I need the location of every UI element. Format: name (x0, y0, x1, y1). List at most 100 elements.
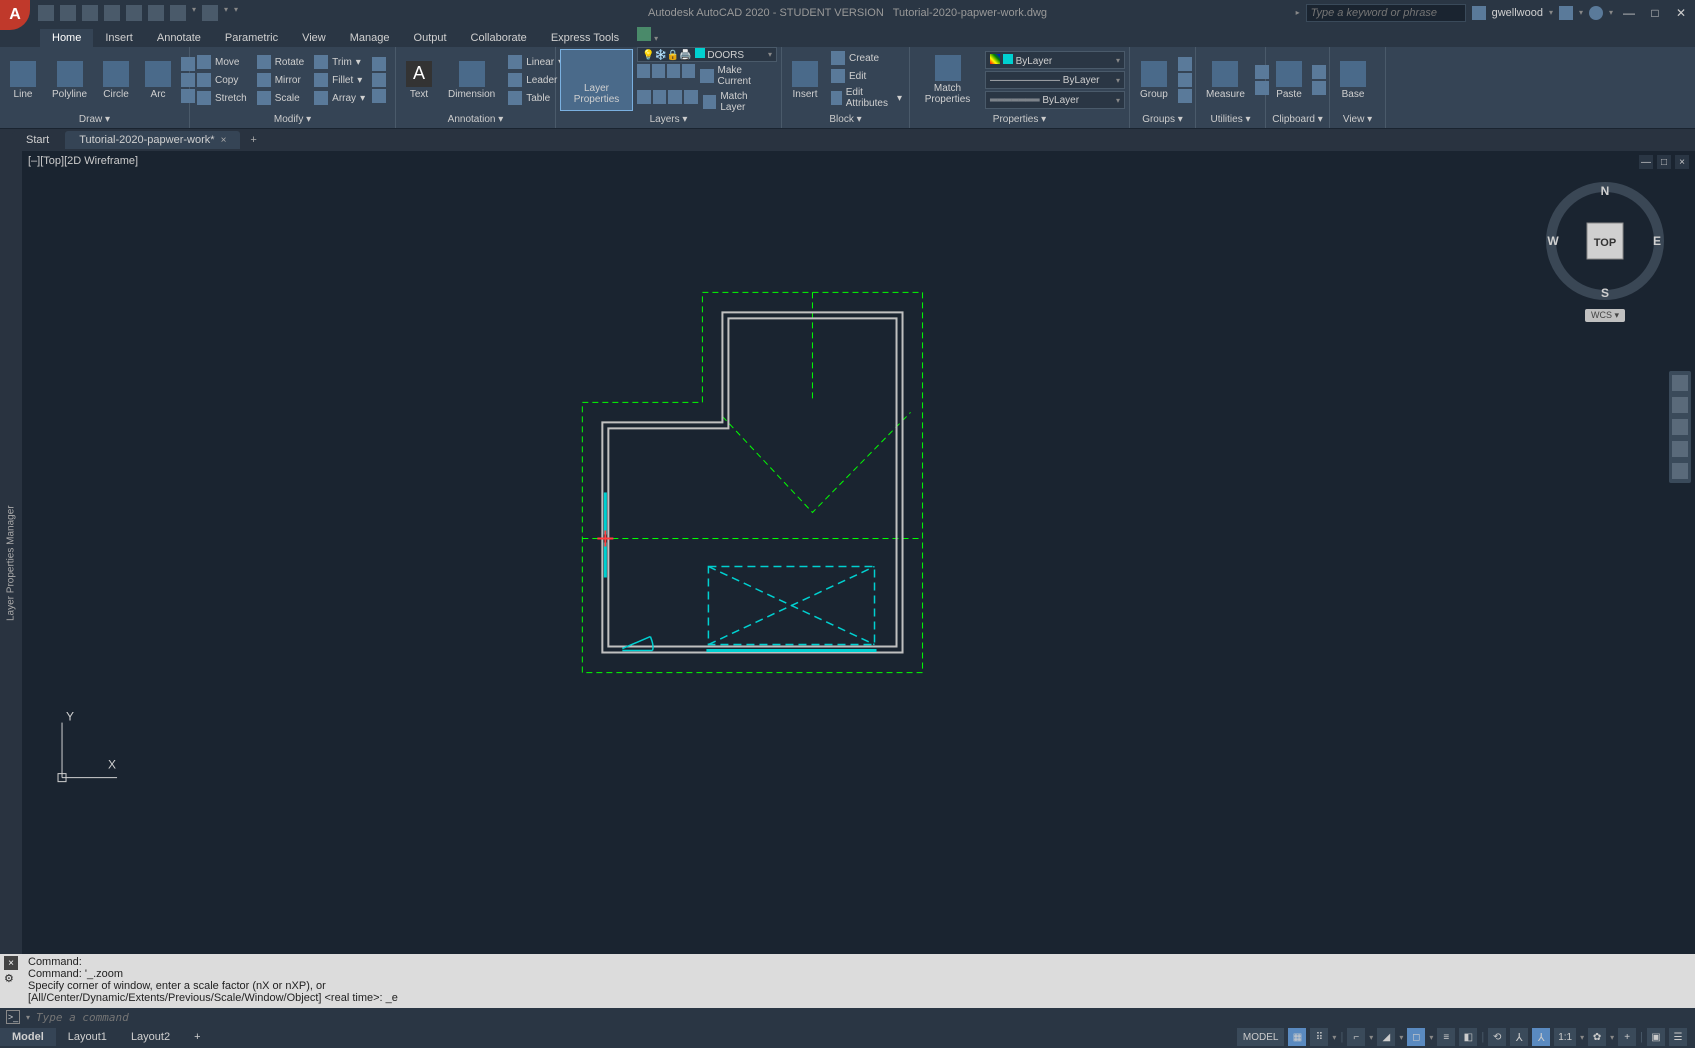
help-icon[interactable] (1589, 6, 1603, 20)
viewcube[interactable]: TOP N S E W WCS ▾ (1545, 181, 1665, 301)
tab-annotate[interactable]: Annotate (145, 29, 213, 47)
maximize-button[interactable]: □ (1645, 5, 1665, 21)
isodraft-icon[interactable]: ◢ (1377, 1028, 1395, 1046)
panel-modify-title[interactable]: Modify ▾ (194, 113, 391, 126)
measure-button[interactable]: Measure (1200, 49, 1251, 111)
tab-parametric[interactable]: Parametric (213, 29, 290, 47)
edit-block-button[interactable]: Edit (828, 68, 905, 84)
qat-plot-icon[interactable] (148, 5, 164, 21)
explode-icon[interactable] (372, 73, 386, 87)
create-block-button[interactable]: Create (828, 50, 905, 66)
nav-showmotion-icon[interactable] (1672, 463, 1688, 479)
cmd-prompt-icon[interactable]: >_ (6, 1010, 20, 1024)
transparency-icon[interactable]: ◧ (1459, 1028, 1477, 1046)
lineweight-icon[interactable]: ≡ (1437, 1028, 1455, 1046)
layer-properties-button[interactable]: Layer Properties (560, 49, 633, 111)
gear-icon[interactable]: ✿ (1588, 1028, 1606, 1046)
cmd-recent-icon[interactable]: ▾ (26, 1013, 30, 1022)
scale-button[interactable]: Scale (254, 90, 307, 106)
ortho-icon[interactable]: ⌐ (1347, 1028, 1365, 1046)
array-button[interactable]: Array ▾ (311, 90, 368, 106)
panel-layers-title[interactable]: Layers ▾ (560, 113, 777, 126)
model-space-button[interactable]: MODEL (1237, 1028, 1285, 1046)
close-button[interactable]: ✕ (1671, 5, 1691, 21)
command-history[interactable]: × ⚙ Command: Command: '_.zoom Specify co… (0, 954, 1695, 1008)
tab-output[interactable]: Output (402, 29, 459, 47)
offset-icon[interactable] (372, 89, 386, 103)
help-dropdown-icon[interactable]: ▾ (1609, 8, 1613, 17)
layer-off-icon[interactable] (637, 64, 650, 78)
color-dropdown[interactable]: ByLayer▾ (985, 51, 1125, 69)
edit-attributes-button[interactable]: Edit Attributes ▾ (828, 86, 905, 110)
panel-annotation-title[interactable]: Annotation ▾ (400, 113, 551, 126)
tab-view[interactable]: View (290, 29, 338, 47)
tab-featured-apps[interactable]: ▾ (631, 24, 664, 47)
qat-saveas-icon[interactable] (104, 5, 120, 21)
monitor-icon[interactable]: + (1618, 1028, 1636, 1046)
paste-button[interactable]: Paste (1270, 49, 1308, 111)
qat-open-icon[interactable] (60, 5, 76, 21)
undo-dropdown-icon[interactable]: ▾ (192, 5, 196, 21)
new-tab-button[interactable]: + (242, 132, 264, 148)
cleanscreen-icon[interactable]: ▣ (1647, 1028, 1665, 1046)
cycling-icon[interactable]: ⟲ (1488, 1028, 1506, 1046)
start-tab[interactable]: Start (12, 131, 63, 149)
tab-expresstools[interactable]: Express Tools (539, 29, 631, 47)
annovisible-icon[interactable]: ⅄ (1532, 1028, 1550, 1046)
qat-webplot-icon[interactable] (126, 5, 142, 21)
lineweight-dropdown[interactable]: ——————— ByLayer▾ (985, 71, 1125, 89)
nav-zoom-icon[interactable] (1672, 419, 1688, 435)
layout-add[interactable]: + (182, 1028, 212, 1046)
osnap-icon[interactable]: ◻ (1407, 1028, 1425, 1046)
make-current-button[interactable]: Make Current (697, 64, 777, 88)
help-search-input[interactable] (1306, 4, 1466, 22)
signin-icon[interactable] (1472, 6, 1486, 20)
username-label[interactable]: gwellwood (1492, 7, 1543, 19)
command-input[interactable] (36, 1011, 1689, 1024)
group-sel-icon[interactable] (1178, 89, 1192, 103)
move-button[interactable]: Move (194, 54, 250, 70)
nav-wheel-icon[interactable] (1672, 375, 1688, 391)
fillet-button[interactable]: Fillet ▾ (311, 72, 368, 88)
qat-customize-icon[interactable]: ▾ (234, 5, 238, 21)
layer-unlock-icon[interactable] (682, 64, 695, 78)
mirror-button[interactable]: Mirror (254, 72, 307, 88)
user-dropdown-icon[interactable]: ▾ (1549, 8, 1553, 17)
panel-properties-title[interactable]: Properties ▾ (914, 113, 1125, 126)
layout-1[interactable]: Layout1 (56, 1028, 119, 1046)
drawing-canvas[interactable]: [–][Top][2D Wireframe] — □ × (22, 151, 1695, 976)
group-button[interactable]: Group (1134, 49, 1174, 111)
erase-icon[interactable] (372, 57, 386, 71)
match-properties-button[interactable]: Match Properties (914, 49, 981, 111)
trim-button[interactable]: Trim ▾ (311, 54, 368, 70)
layer-uniso-icon[interactable] (653, 90, 667, 104)
qat-undo-icon[interactable] (170, 5, 186, 21)
layer-thaw-icon[interactable] (668, 90, 682, 104)
tab-insert[interactable]: Insert (93, 29, 145, 47)
snap-icon[interactable]: ⠿ (1310, 1028, 1328, 1046)
close-tab-icon[interactable]: × (221, 135, 227, 146)
layer-iso-icon[interactable] (637, 90, 651, 104)
polar-dd-icon[interactable]: ▾ (1369, 1033, 1373, 1042)
circle-button[interactable]: Circle (97, 49, 135, 111)
layer-freeze-icon[interactable] (652, 64, 665, 78)
text-button[interactable]: AText (400, 49, 438, 111)
qat-new-icon[interactable] (38, 5, 54, 21)
match-layer-button[interactable]: Match Layer (700, 90, 777, 114)
cmd-close-icon[interactable]: × (4, 956, 18, 970)
ws-dd-icon[interactable]: ▾ (1610, 1033, 1614, 1042)
grid-icon[interactable]: ▦ (1288, 1028, 1306, 1046)
qat-redo-icon[interactable] (202, 5, 218, 21)
tab-home[interactable]: Home (40, 29, 93, 47)
tab-manage[interactable]: Manage (338, 29, 402, 47)
panel-view-title[interactable]: View ▾ (1334, 113, 1381, 126)
nav-pan-icon[interactable] (1672, 397, 1688, 413)
cut-icon[interactable] (1312, 65, 1326, 79)
panel-draw-title[interactable]: Draw ▾ (4, 113, 185, 126)
layout-2[interactable]: Layout2 (119, 1028, 182, 1046)
customize-status-icon[interactable]: ☰ (1669, 1028, 1687, 1046)
group-edit-icon[interactable] (1178, 73, 1192, 87)
layer-properties-palette-tab[interactable]: Layer Properties Manager (0, 151, 22, 976)
snap-dd-icon[interactable]: ▾ (1332, 1033, 1336, 1042)
osnap-dd-icon[interactable]: ▾ (1429, 1033, 1433, 1042)
